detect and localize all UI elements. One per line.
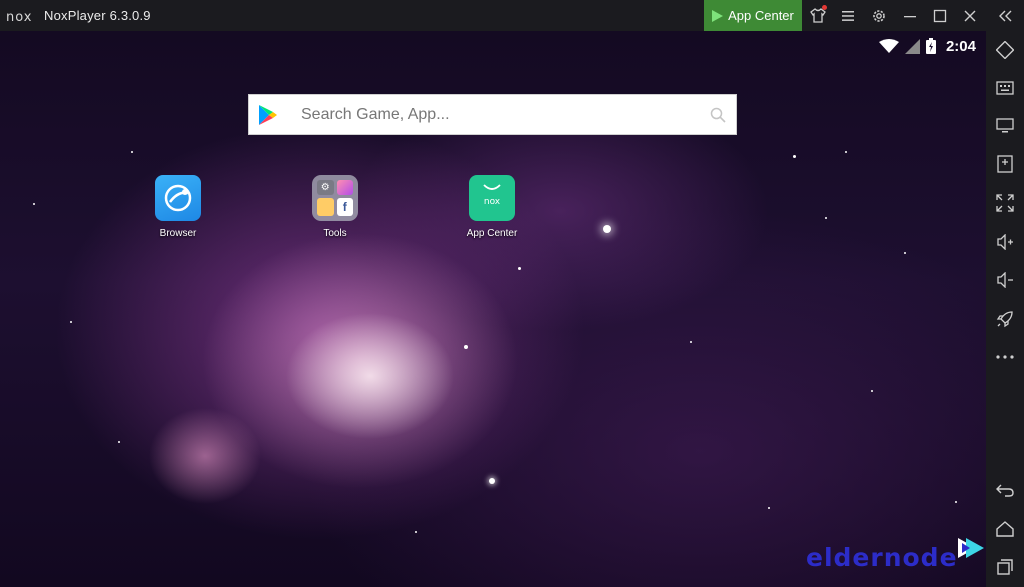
file-manager-mini-icon (317, 198, 334, 216)
add-apk-icon[interactable] (986, 147, 1024, 181)
gallery-mini-icon (336, 180, 353, 195)
browser-app[interactable]: Browser (138, 175, 218, 239)
wifi-icon (878, 38, 899, 53)
facebook-mini-icon: f (336, 198, 353, 216)
watermark-play-icon (957, 537, 984, 558)
back-icon[interactable] (986, 473, 1024, 507)
svg-text:nox: nox (6, 10, 33, 23)
volume-up-icon[interactable] (986, 225, 1024, 259)
right-toolbar (986, 31, 1024, 587)
browser-icon (155, 175, 201, 221)
more-icon[interactable] (986, 340, 1024, 374)
recent-apps-icon[interactable] (986, 550, 1024, 584)
play-store-icon (712, 9, 724, 22)
nox-logo-icon: nox (6, 10, 33, 23)
watermark-text: eldernode (806, 543, 958, 572)
app-center-button[interactable]: App Center (704, 0, 802, 31)
minimize-icon[interactable] (895, 0, 925, 31)
keyboard-icon[interactable] (986, 71, 1024, 105)
tools-folder-icon: ⚙ f (312, 175, 358, 221)
settings-gear-icon[interactable] (864, 0, 894, 31)
rocket-icon[interactable] (986, 302, 1024, 336)
app-center-button-label: App Center (728, 8, 794, 23)
search-placeholder: Search Game, App... (301, 105, 450, 123)
google-play-icon (259, 104, 277, 125)
menu-icon[interactable] (833, 0, 863, 31)
collapse-sidebar-icon[interactable] (990, 0, 1020, 31)
notification-dot (822, 5, 827, 10)
clock: 2:04 (945, 37, 976, 55)
close-icon[interactable] (955, 0, 985, 31)
window-title: NoxPlayer 6.3.0.9 (44, 8, 151, 23)
rotate-icon[interactable] (986, 33, 1024, 67)
screen-icon[interactable] (986, 109, 1024, 143)
search-icon[interactable] (710, 107, 726, 123)
tools-folder[interactable]: ⚙ f Tools (295, 175, 375, 239)
home-icon[interactable] (986, 512, 1024, 546)
svg-text:nox: nox (484, 197, 501, 207)
title-bar: nox NoxPlayer 6.3.0.9 App Center (0, 0, 1024, 31)
android-status-bar: 2:04 (878, 35, 976, 57)
cell-signal-icon (904, 38, 920, 54)
app-label: App Center (466, 228, 518, 239)
app-center-app[interactable]: nox App Center (452, 175, 532, 239)
app-center-icon: nox (469, 175, 515, 221)
fullscreen-icon[interactable] (986, 186, 1024, 220)
shirt-theme-icon[interactable] (803, 0, 833, 31)
eldernode-watermark: eldernode (806, 537, 986, 572)
battery-charging-icon (925, 38, 936, 54)
volume-down-icon[interactable] (986, 263, 1024, 297)
maximize-icon[interactable] (925, 0, 955, 31)
app-label: Browser (159, 228, 197, 239)
android-home-screen[interactable]: 2:04 Search Game, App... Browser ⚙ f Too… (0, 31, 986, 587)
settings-mini-icon: ⚙ (317, 180, 334, 195)
search-bar[interactable]: Search Game, App... (248, 94, 737, 135)
app-label: Tools (323, 228, 347, 239)
